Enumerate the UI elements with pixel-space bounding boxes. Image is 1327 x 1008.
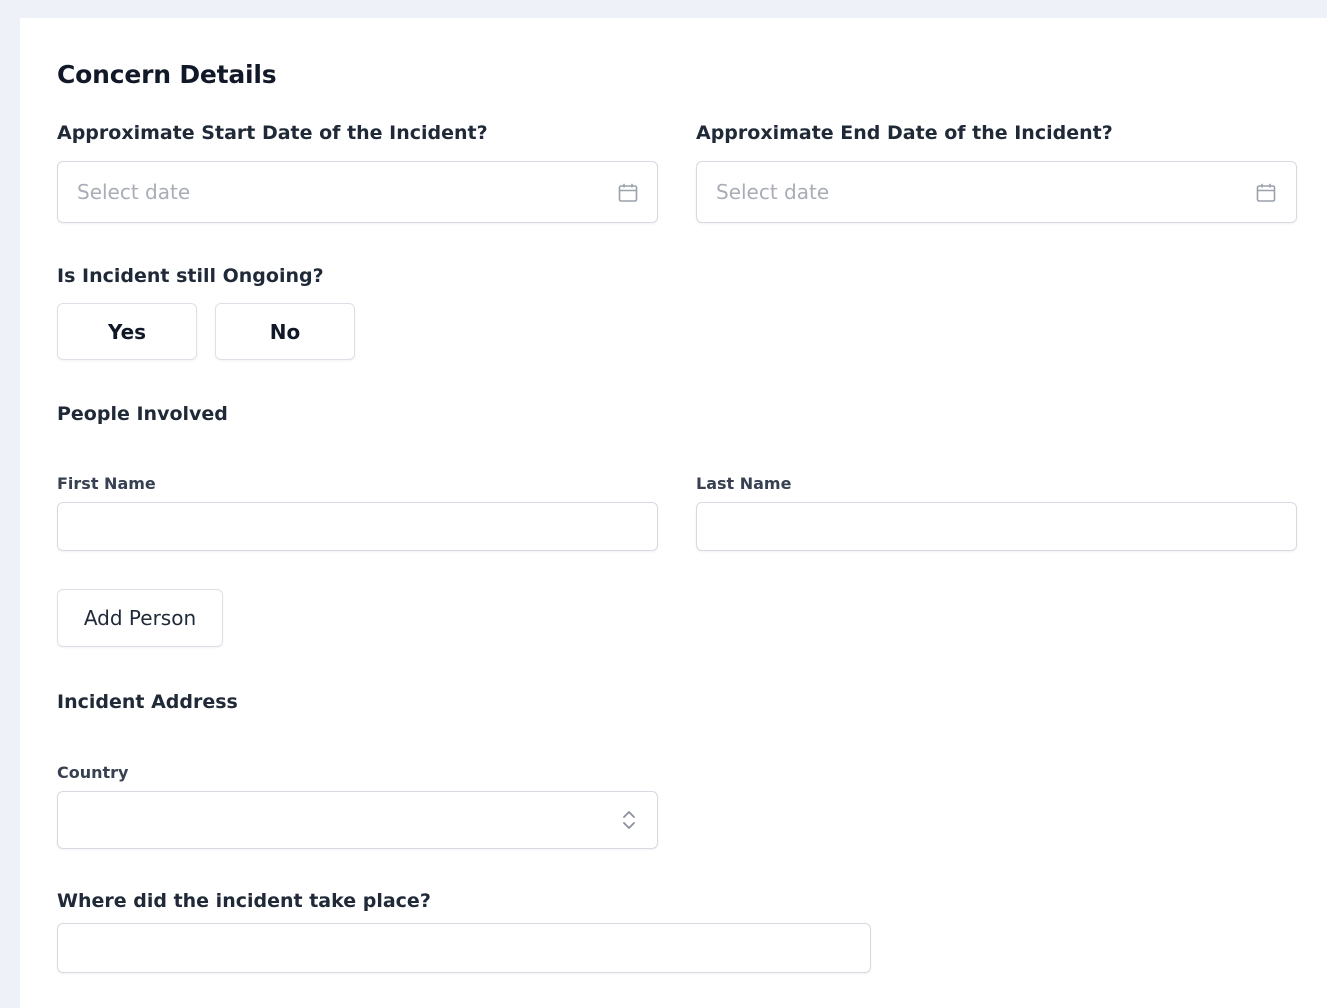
add-person-button[interactable]: Add Person <box>57 589 223 647</box>
first-name-input[interactable] <box>57 502 658 551</box>
incident-address-heading: Incident Address <box>57 691 238 713</box>
ongoing-no-button[interactable]: No <box>215 303 355 360</box>
start-date-label: Approximate Start Date of the Incident? <box>57 122 488 144</box>
chevron-up-down-icon <box>623 811 635 829</box>
ongoing-yes-button[interactable]: Yes <box>57 303 197 360</box>
incident-location-input[interactable] <box>57 923 871 973</box>
end-date-label: Approximate End Date of the Incident? <box>696 122 1113 144</box>
first-name-label: First Name <box>57 474 156 493</box>
ongoing-label: Is Incident still Ongoing? <box>57 265 324 287</box>
incident-location-label: Where did the incident take place? <box>57 890 431 912</box>
last-name-label: Last Name <box>696 474 792 493</box>
country-label: Country <box>57 763 129 782</box>
concern-details-card: Concern Details Approximate Start Date o… <box>20 18 1327 1008</box>
last-name-input[interactable] <box>696 502 1297 551</box>
end-date-input[interactable] <box>696 161 1297 223</box>
country-select[interactable] <box>57 791 658 849</box>
page-title: Concern Details <box>57 60 277 89</box>
people-involved-heading: People Involved <box>57 403 228 425</box>
calendar-icon[interactable] <box>617 182 639 204</box>
calendar-icon[interactable] <box>1255 182 1277 204</box>
start-date-input[interactable] <box>57 161 658 223</box>
